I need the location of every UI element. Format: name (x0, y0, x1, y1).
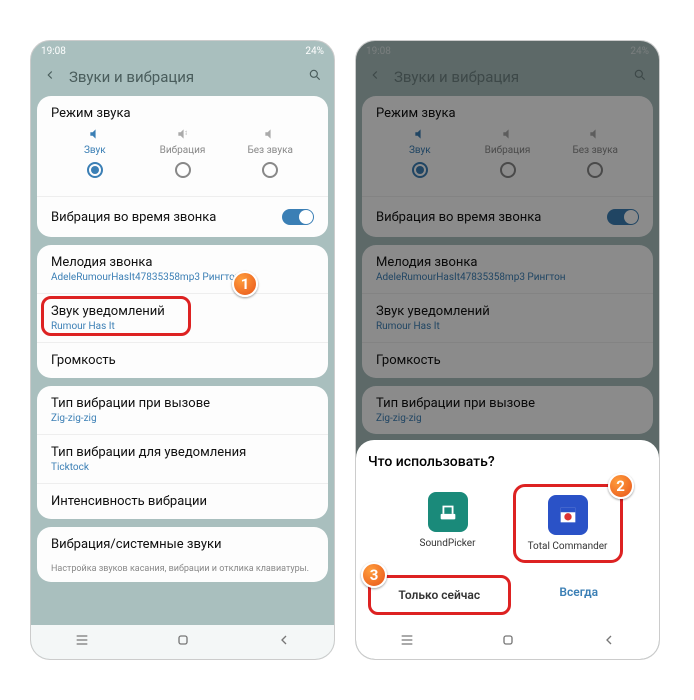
vibrate-on-call-row[interactable]: Вибрация во время звонка (37, 196, 328, 237)
vibrate-toggle[interactable] (282, 209, 314, 225)
status-time: 19:08 (41, 46, 66, 57)
page-title: Звуки и вибрация (69, 68, 296, 86)
nav-recents-icon[interactable] (399, 632, 415, 652)
search-icon[interactable] (308, 67, 322, 86)
nav-back-icon[interactable] (276, 632, 292, 652)
vib-intensity-row[interactable]: Интенсивность вибрации (37, 483, 328, 519)
just-once-button[interactable]: Только сейчас 3 (368, 575, 511, 615)
marker-1: 1 (232, 271, 258, 297)
app-header: Звуки и вибрация (31, 61, 334, 96)
always-button[interactable]: Всегда (511, 575, 648, 615)
mode-sound[interactable]: Звук (51, 127, 139, 178)
notification-sound-row[interactable]: Звук уведомлений Rumour Has It (37, 293, 328, 342)
nav-home-icon[interactable] (175, 632, 191, 652)
nav-home-icon[interactable] (500, 632, 516, 652)
volume-row[interactable]: Громкость (37, 342, 328, 378)
settings-content: Режим звука Звук Вибрация Без звука (31, 96, 334, 625)
radio-silent[interactable] (262, 162, 278, 178)
sound-mode-card: Режим звука Звук Вибрация Без звука (37, 96, 328, 237)
mode-silent[interactable]: Без звука (226, 127, 314, 178)
vib-pattern-call-row[interactable]: Тип вибрации при вызове Zig-zig-zig (37, 386, 328, 434)
mode-vibration[interactable]: Вибрация (139, 127, 227, 178)
status-bar: 19:08 24% (31, 41, 334, 61)
phone-left: 19:08 24% Звуки и вибрация Режим звука З… (30, 40, 335, 660)
ringtone-row[interactable]: Мелодия звонка AdeleRumourHasIt47835358m… (37, 245, 328, 293)
chooser-title: Что использовать? (368, 454, 647, 470)
marker-2: 2 (608, 473, 634, 499)
sound-mode-title: Режим звука (51, 106, 314, 121)
app-chooser: Что использовать? SoundPicker Total Comm… (356, 440, 659, 625)
nav-bar (31, 625, 334, 659)
system-sounds-card[interactable]: Вибрация/системные звуки Настройка звуко… (37, 527, 328, 582)
soundpicker-icon (428, 492, 468, 532)
back-icon[interactable] (43, 67, 57, 86)
vib-pattern-notif-row[interactable]: Тип вибрации для уведомления Ticktock (37, 434, 328, 483)
vibration-card: Тип вибрации при вызове Zig-zig-zig Тип … (37, 386, 328, 519)
radio-sound[interactable] (87, 162, 103, 178)
phone-right: 19:08 24% Звуки и вибрация Режим звука З… (355, 40, 660, 660)
marker-3: 3 (361, 562, 387, 588)
app-soundpicker[interactable]: SoundPicker (393, 484, 503, 563)
sounds-card: Мелодия звонка AdeleRumourHasIt47835358m… (37, 245, 328, 378)
nav-back-icon[interactable] (601, 632, 617, 652)
nav-recents-icon[interactable] (74, 632, 90, 652)
app-totalcommander[interactable]: Total Commander 2 (513, 484, 623, 563)
radio-vibration[interactable] (175, 162, 191, 178)
status-battery: 24% (305, 46, 324, 57)
nav-bar (356, 625, 659, 659)
totalcommander-icon (548, 495, 588, 535)
